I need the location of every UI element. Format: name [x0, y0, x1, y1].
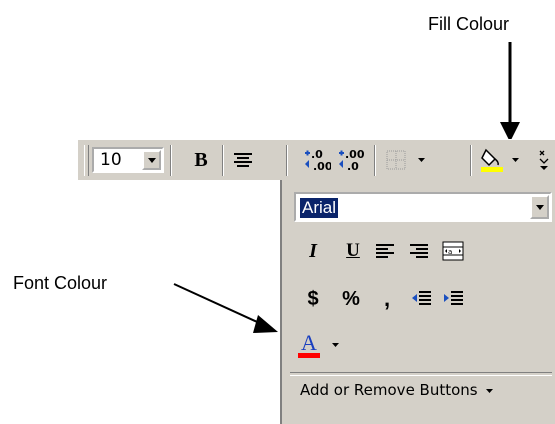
toolbar-options-button[interactable]	[536, 146, 552, 174]
fill-colour-arrow	[500, 42, 520, 142]
svg-text:.00: .00	[313, 160, 331, 172]
font-colour-icon: A	[298, 330, 320, 358]
add-remove-label: Add or Remove Buttons	[300, 381, 478, 399]
increase-decimal-button[interactable]: .0 .00	[302, 146, 332, 174]
italic-button[interactable]: I	[298, 236, 328, 266]
align-left-icon	[376, 244, 394, 258]
currency-style-button[interactable]: $	[298, 284, 328, 314]
chevron-down-icon	[147, 157, 156, 163]
add-remove-buttons-menu[interactable]: Add or Remove Buttons	[300, 380, 494, 400]
align-left-button[interactable]	[370, 236, 400, 266]
chevron-down-icon[interactable]	[417, 158, 425, 162]
align-center-icon	[234, 153, 252, 167]
currency-glyph: $	[307, 287, 319, 310]
svg-text:.0: .0	[347, 160, 359, 172]
center-align-button[interactable]	[228, 146, 258, 174]
underline-button[interactable]: U	[338, 236, 368, 266]
align-right-button[interactable]	[404, 236, 434, 266]
comma-style-button[interactable]: ,	[372, 284, 402, 314]
toolbar-separator	[222, 145, 224, 176]
svg-text:a: a	[448, 248, 452, 256]
toolbar-grip[interactable]	[84, 145, 89, 176]
toolbar-separator	[470, 145, 472, 176]
decrease-indent-icon	[412, 291, 431, 305]
chevron-down-icon	[486, 388, 494, 393]
fill-bucket-icon	[480, 148, 503, 172]
bold-button[interactable]: B	[186, 146, 216, 174]
panel-separator	[290, 372, 552, 376]
formatting-toolbar: 10 B .0 .00 .00 .0	[78, 139, 555, 180]
chevron-down-icon	[535, 204, 544, 210]
bold-glyph: B	[194, 148, 208, 171]
toolbar-options-icon	[539, 150, 549, 170]
merge-center-button[interactable]: a	[438, 236, 468, 266]
toolbar-separator	[374, 145, 376, 176]
increase-decimal-icon: .0 .00	[305, 148, 331, 172]
chevron-down-icon[interactable]	[511, 158, 519, 162]
decrease-decimal-icon: .00 .0	[339, 148, 365, 172]
font-size-value: 10	[100, 150, 122, 170]
underline-glyph: U	[346, 240, 360, 261]
font-size-combobox[interactable]: 10	[92, 147, 164, 173]
fill-colour-button[interactable]	[476, 146, 522, 174]
font-name-value: Arial	[300, 198, 339, 218]
font-size-dropdown-button[interactable]	[142, 150, 161, 170]
more-buttons-panel: Arial I U a $ % , A Add or Remove Button…	[280, 180, 555, 424]
align-right-icon	[410, 244, 428, 258]
increase-indent-icon	[444, 291, 463, 305]
font-colour-arrow	[173, 283, 278, 333]
font-colour-swatch	[298, 353, 320, 358]
borders-icon	[386, 150, 405, 170]
font-colour-callout: Font Colour	[13, 273, 108, 293]
decrease-decimal-button[interactable]: .00 .0	[336, 146, 366, 174]
borders-button[interactable]	[384, 146, 426, 174]
fill-colour-callout: Fill Colour	[428, 14, 510, 34]
comma-glyph: ,	[383, 286, 391, 311]
percent-glyph: %	[342, 287, 360, 310]
merge-center-icon: a	[442, 241, 464, 261]
toolbar-separator	[286, 145, 288, 176]
increase-indent-button[interactable]	[438, 284, 468, 314]
font-name-combobox[interactable]: Arial	[294, 192, 552, 222]
percent-style-button[interactable]: %	[336, 284, 366, 314]
font-name-dropdown-button[interactable]	[530, 195, 549, 219]
decrease-indent-button[interactable]	[406, 284, 436, 314]
italic-glyph: I	[309, 239, 317, 262]
chevron-down-icon[interactable]	[332, 343, 339, 347]
font-colour-button[interactable]: A	[298, 330, 342, 360]
toolbar-separator	[170, 145, 172, 176]
